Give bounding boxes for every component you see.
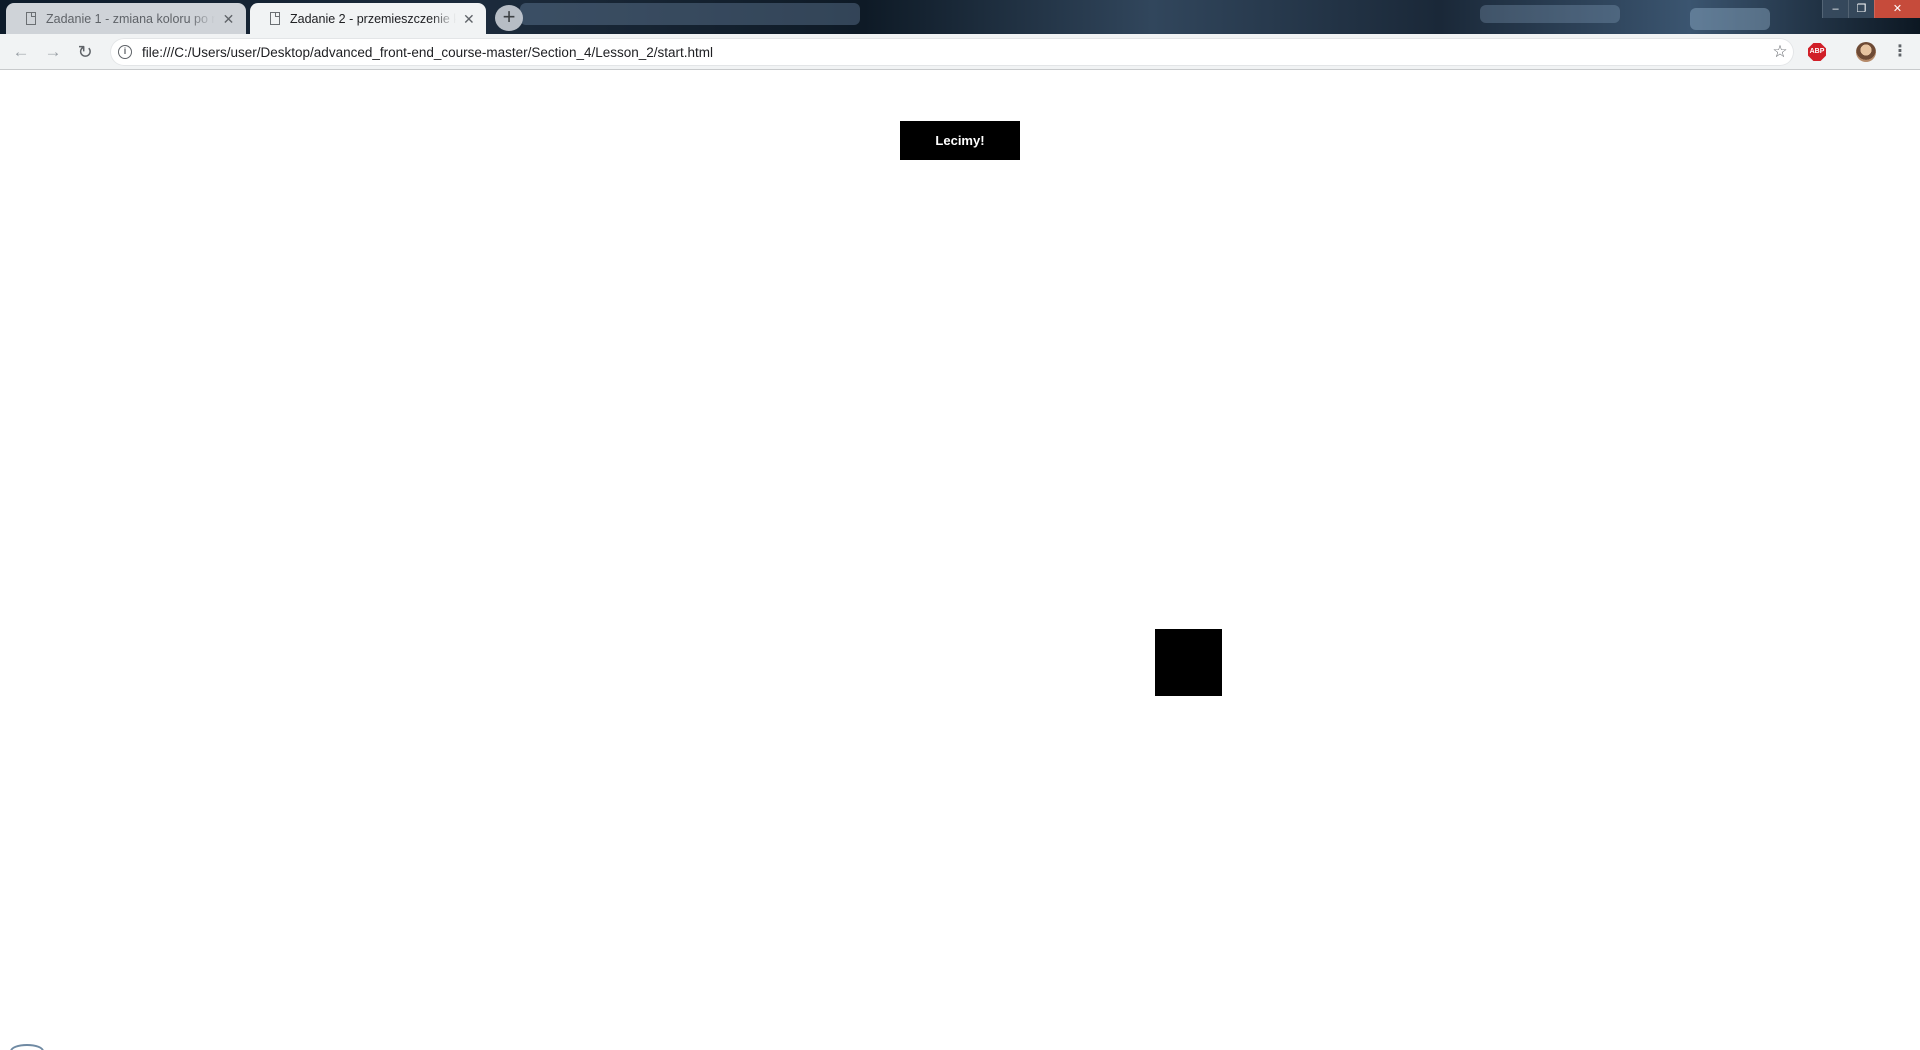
- start-button[interactable]: Lecimy!: [900, 121, 1020, 160]
- tab-title: Zadanie 1 - zmiana koloru po na: [46, 11, 215, 26]
- maximize-button[interactable]: ❐: [1848, 0, 1874, 18]
- tab-strip: Zadanie 1 - zmiana koloru po na ✕ Zadani…: [0, 0, 1920, 34]
- menu-icon[interactable]: ⋮: [1890, 38, 1910, 66]
- url-text[interactable]: file:///C:/Users/user/Desktop/advanced_f…: [142, 45, 1766, 60]
- address-bar[interactable]: i file:///C:/Users/user/Desktop/advanced…: [110, 38, 1794, 66]
- background-blur: [520, 3, 860, 25]
- minimize-button[interactable]: –: [1822, 0, 1848, 18]
- close-tab-icon[interactable]: ✕: [462, 11, 476, 27]
- back-button[interactable]: ←: [7, 38, 35, 66]
- tab-zadanie-2[interactable]: Zadanie 2 - przemieszczenie kwa ✕: [250, 3, 486, 34]
- close-tab-icon[interactable]: ✕: [221, 11, 236, 27]
- tab-title: Zadanie 2 - przemieszczenie kwa: [290, 11, 456, 26]
- moving-square: [1155, 629, 1222, 696]
- document-icon: [26, 12, 36, 25]
- page-viewport: Lecimy!: [0, 70, 1920, 1050]
- avatar[interactable]: [1856, 42, 1876, 62]
- info-icon[interactable]: i: [118, 45, 132, 59]
- new-tab-button[interactable]: +: [495, 5, 523, 31]
- adblock-plus-icon[interactable]: ABP: [1808, 43, 1826, 61]
- bookmark-star-icon[interactable]: ☆: [1766, 42, 1794, 62]
- close-window-button[interactable]: ✕: [1874, 0, 1920, 18]
- forward-button[interactable]: →: [39, 38, 67, 66]
- background-blur: [1690, 8, 1770, 30]
- browser-toolbar: ← → ↻ i file:///C:/Users/user/Desktop/ad…: [0, 34, 1920, 70]
- browser-window: Zadanie 1 - zmiana koloru po na ✕ Zadani…: [0, 0, 1920, 1050]
- tab-zadanie-1[interactable]: Zadanie 1 - zmiana koloru po na ✕: [6, 3, 246, 34]
- window-controls: – ❐ ✕: [1822, 0, 1920, 18]
- reload-button[interactable]: ↻: [71, 38, 99, 66]
- document-icon: [270, 12, 280, 25]
- background-blur: [1480, 5, 1620, 23]
